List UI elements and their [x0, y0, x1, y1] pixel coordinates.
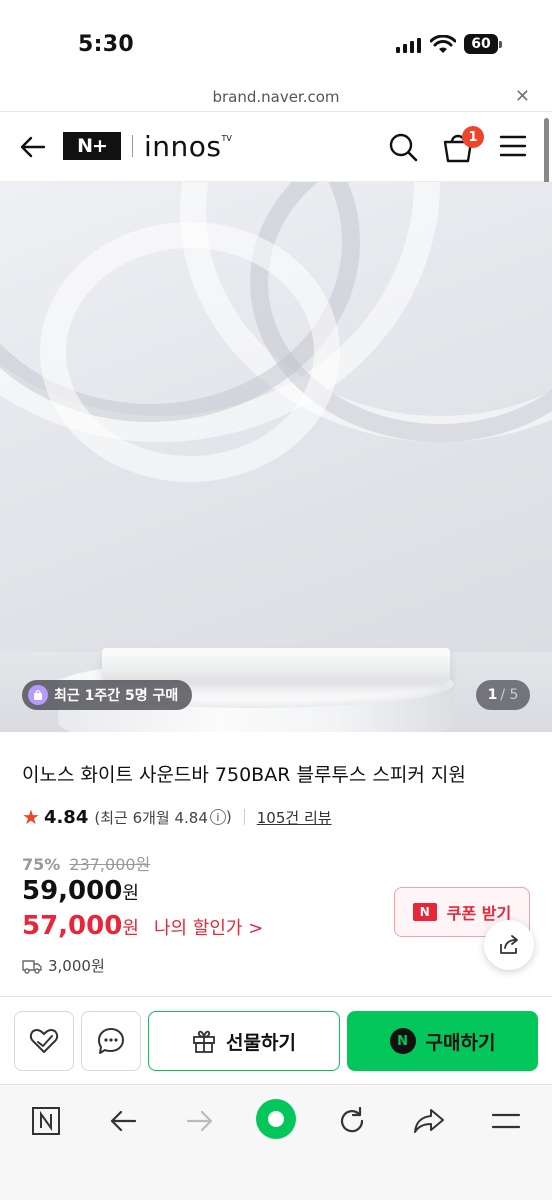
status-bar: 5:30 60	[0, 0, 552, 84]
back-arrow-icon[interactable]	[18, 132, 48, 162]
reload-icon[interactable]	[332, 1101, 372, 1141]
original-price: 237,000원	[69, 855, 151, 874]
rating-close: )	[225, 808, 232, 826]
rating-divider	[243, 809, 245, 825]
chat-bubble-icon	[98, 1028, 124, 1054]
buy-button[interactable]: N 구매하기	[347, 1011, 538, 1071]
search-icon[interactable]	[387, 131, 419, 163]
sale-price: 59,000원	[22, 876, 139, 906]
my-discount-price[interactable]: 57,000원 나의 할인가 >	[22, 911, 263, 941]
back-icon[interactable]	[103, 1101, 143, 1141]
share-button[interactable]	[484, 920, 534, 970]
recent-purchase-badge: 최근 1주간 5명 구매	[22, 680, 193, 710]
cart-count-badge: 1	[462, 126, 484, 148]
product-image-carousel[interactable]	[0, 182, 552, 732]
image-counter: 1 / 5	[476, 680, 530, 710]
browser-toolbar	[0, 1084, 552, 1200]
brand-sup: TV	[221, 134, 232, 143]
share-icon[interactable]	[409, 1101, 449, 1141]
discount-percent: 75%	[22, 855, 61, 874]
nplus-logo[interactable]: N+	[63, 132, 121, 160]
my-price-unit: 원	[122, 918, 139, 939]
heart-check-icon	[29, 1029, 59, 1053]
status-time: 5:30	[78, 32, 134, 57]
forward-icon[interactable]	[180, 1101, 220, 1141]
green-dot-icon[interactable]	[254, 1097, 298, 1141]
product-title: 이노스 화이트 사운드바 750BAR 블루투스 스피커 지원	[22, 764, 466, 786]
wifi-icon	[430, 35, 456, 53]
sale-price-value: 59,000	[22, 876, 123, 906]
url-text[interactable]: brand.naver.com	[0, 88, 552, 106]
buy-label: 구매하기	[425, 1031, 496, 1054]
shopping-bag-icon	[28, 685, 48, 705]
my-price-link[interactable]: 나의 할인가 >	[154, 918, 263, 939]
naver-home-icon[interactable]	[26, 1101, 66, 1141]
url-bar[interactable]: brand.naver.com ✕	[0, 84, 552, 112]
share-icon	[500, 935, 518, 954]
rating-score: 4.84	[43, 806, 89, 828]
soundbar-product-image	[102, 648, 450, 682]
header-divider	[132, 135, 133, 157]
image-counter-current: 1	[487, 687, 498, 703]
wishlist-button[interactable]	[14, 1011, 74, 1071]
purchase-action-bar: 선물하기 N 구매하기	[0, 996, 552, 1084]
brand-name: innos	[144, 130, 222, 163]
cellular-signal-icon	[396, 37, 421, 53]
info-icon[interactable]: i	[209, 809, 226, 825]
my-price-value: 57,000	[22, 911, 123, 941]
gift-icon	[193, 1030, 215, 1053]
battery-icon: 60	[464, 34, 502, 54]
shipping-row: 3,000원	[22, 955, 105, 976]
site-header: N+ innosTV 1	[0, 112, 552, 182]
brand-logo[interactable]: innosTV	[144, 130, 232, 163]
gift-label: 선물하기	[226, 1031, 296, 1054]
naver-n-icon: N	[412, 903, 437, 921]
close-icon[interactable]: ✕	[515, 86, 530, 107]
rating-row: ★ 4.84 (최근 6개월 4.84 i ) 105건 리뷰	[22, 805, 332, 829]
recent-purchase-text: 최근 1주간 5명 구매	[54, 688, 179, 704]
leaf-shadow-decoration	[40, 222, 340, 482]
gift-button[interactable]: 선물하기	[148, 1011, 340, 1071]
discount-row: 75% 237,000원	[22, 851, 150, 875]
sale-price-unit: 원	[122, 883, 139, 904]
image-counter-total: / 5	[500, 687, 519, 703]
delivery-truck-icon	[22, 959, 42, 974]
menu-icon[interactable]	[486, 1101, 526, 1141]
scrollbar-thumb[interactable]	[544, 118, 549, 184]
talk-inquiry-button[interactable]	[81, 1011, 141, 1071]
naver-pay-icon: N	[389, 1028, 416, 1054]
review-count-link[interactable]: 105건 리뷰	[257, 807, 332, 828]
rating-recent: (최근 6개월 4.84	[94, 808, 208, 827]
star-icon: ★	[22, 805, 40, 829]
shipping-fee: 3,000원	[48, 957, 105, 975]
hamburger-menu-icon[interactable]	[499, 134, 527, 158]
